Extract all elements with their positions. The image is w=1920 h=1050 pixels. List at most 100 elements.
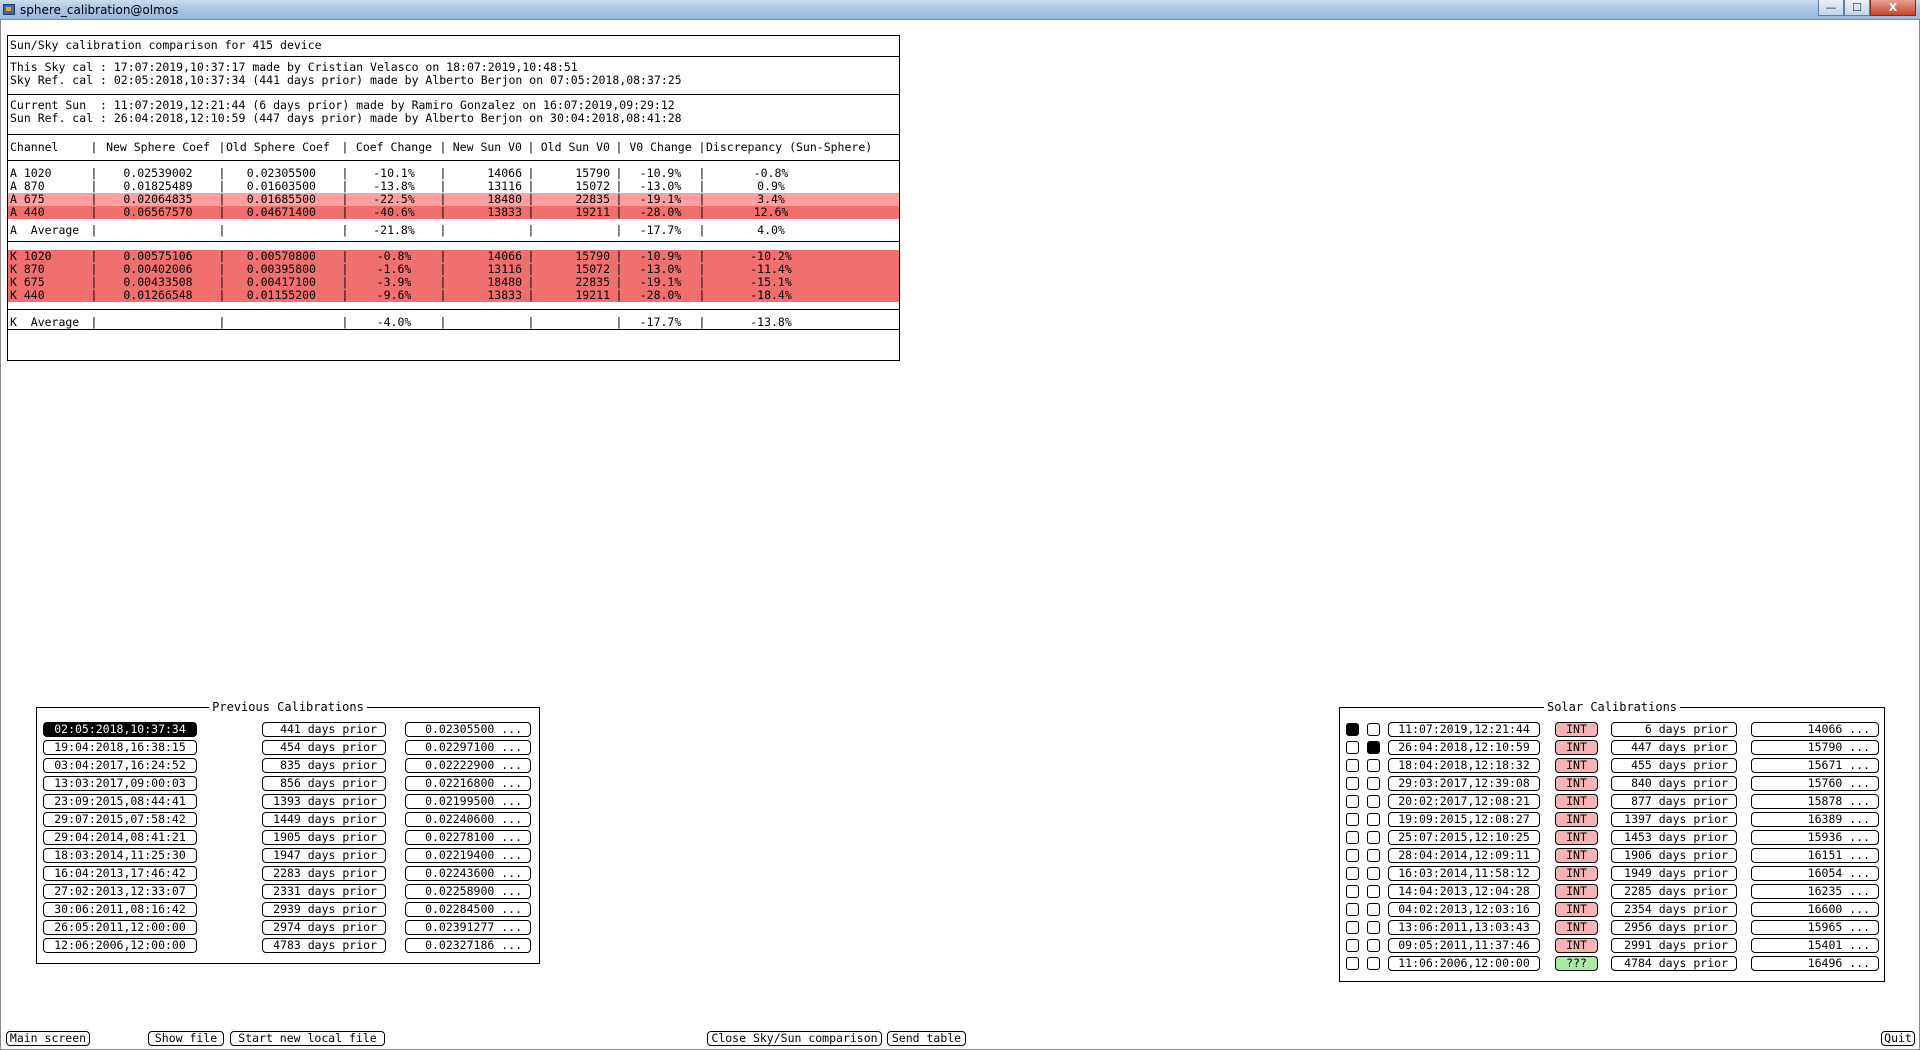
reference-sun-checkbox[interactable]	[1367, 741, 1380, 754]
current-sun-checkbox[interactable]	[1346, 723, 1359, 736]
current-sun-checkbox[interactable]	[1346, 885, 1359, 898]
previous-cal-coef-button[interactable]: 0.02284500 ...	[405, 902, 531, 917]
maximize-button[interactable]: ☐	[1844, 0, 1870, 16]
previous-cal-coef-button[interactable]: 0.02327186 ...	[405, 938, 531, 953]
solar-cal-date-button[interactable]: 26:04:2018,12:10:59	[1388, 740, 1540, 755]
previous-cal-date-button[interactable]: 16:04:2013,17:46:42	[43, 866, 197, 881]
previous-cal-date-button[interactable]: 26:05:2011,12:00:00	[43, 920, 197, 935]
solar-cal-date-button[interactable]: 20:02:2017,12:08:21	[1388, 794, 1540, 809]
current-sun-checkbox[interactable]	[1346, 849, 1359, 862]
solar-cal-date-button[interactable]: 11:07:2019,12:21:44	[1388, 722, 1540, 737]
solar-cal-v0-button[interactable]: 15790 ...	[1751, 740, 1879, 755]
previous-cal-date-button[interactable]: 18:03:2014,11:25:30	[43, 848, 197, 863]
previous-cal-coef-button[interactable]: 0.02240600 ...	[405, 812, 531, 827]
previous-cal-coef-button[interactable]: 0.02243600 ...	[405, 866, 531, 881]
solar-cal-date-button[interactable]: 25:07:2015,12:10:25	[1388, 830, 1540, 845]
solar-cal-type-badge: INT	[1555, 938, 1598, 953]
solar-cal-v0-button[interactable]: 16054 ...	[1751, 866, 1879, 881]
solar-cal-date-button[interactable]: 04:02:2013,12:03:16	[1388, 902, 1540, 917]
new-sun-v0-cell: 13833	[487, 288, 522, 302]
close-sky-sun-comparison-button[interactable]: Close Sky/Sun comparison	[707, 1031, 882, 1046]
reference-sun-checkbox[interactable]	[1367, 777, 1380, 790]
current-sun-checkbox[interactable]	[1346, 777, 1359, 790]
show-file-button[interactable]: Show file	[148, 1031, 224, 1046]
reference-sun-checkbox[interactable]	[1367, 939, 1380, 952]
solar-cal-date-button[interactable]: 19:09:2015,12:08:27	[1388, 812, 1540, 827]
solar-cal-date-button[interactable]: 13:06:2011,13:03:43	[1388, 920, 1540, 935]
table-row: A 440 | 0.06567570 | 0.04671400 | -40.6% | 13833…	[8, 206, 899, 219]
previous-cal-coef-button[interactable]: 0.02305500 ...	[405, 722, 531, 737]
current-sun-checkbox[interactable]	[1346, 795, 1359, 808]
reference-sun-checkbox[interactable]	[1367, 831, 1380, 844]
list-item: 18:04:2018,12:18:32 INT 455 days prior 1567…	[1340, 757, 1884, 775]
send-table-button[interactable]: Send table	[887, 1031, 966, 1046]
current-sun-checkbox[interactable]	[1346, 921, 1359, 934]
current-sun-checkbox[interactable]	[1346, 741, 1359, 754]
solar-cal-v0-button[interactable]: 16389 ...	[1751, 812, 1879, 827]
table-header: Channel | New Sphere Coef | Old Sphere Coef |…	[8, 141, 899, 154]
solar-cal-date-button[interactable]: 11:06:2006,12:00:00	[1388, 956, 1540, 971]
previous-cal-date-button[interactable]: 13:03:2017,09:00:03	[43, 776, 197, 791]
solar-cal-v0-button[interactable]: 16496 ...	[1751, 956, 1879, 971]
title-bar[interactable]: sphere_calibration@olmos — ☐ X	[0, 0, 1920, 20]
reference-sun-checkbox[interactable]	[1367, 867, 1380, 880]
current-sun-checkbox[interactable]	[1346, 867, 1359, 880]
solar-cal-v0-button[interactable]: 16151 ...	[1751, 848, 1879, 863]
previous-cal-date-button[interactable]: 27:02:2013,12:33:07	[43, 884, 197, 899]
solar-cal-v0-button[interactable]: 15401 ...	[1751, 938, 1879, 953]
solar-cal-date-button[interactable]: 18:04:2018,12:18:32	[1388, 758, 1540, 773]
minimize-button[interactable]: —	[1818, 0, 1844, 16]
previous-cal-coef-button[interactable]: 0.02199500 ...	[405, 794, 531, 809]
previous-cal-date-button[interactable]: 03:04:2017,16:24:52	[43, 758, 197, 773]
previous-cal-date-button[interactable]: 19:04:2018,16:38:15	[43, 740, 197, 755]
previous-cal-coef-button[interactable]: 0.02258900 ...	[405, 884, 531, 899]
reference-sun-checkbox[interactable]	[1367, 957, 1380, 970]
coef-change-cell: -40.6%	[373, 205, 415, 219]
reference-sun-checkbox[interactable]	[1367, 759, 1380, 772]
solar-cal-v0-button[interactable]: 14066 ...	[1751, 722, 1879, 737]
reference-sun-checkbox[interactable]	[1367, 903, 1380, 916]
solar-cal-v0-button[interactable]: 16600 ...	[1751, 902, 1879, 917]
current-sun-checkbox[interactable]	[1346, 759, 1359, 772]
current-sun-checkbox[interactable]	[1346, 813, 1359, 826]
reference-sun-checkbox[interactable]	[1367, 921, 1380, 934]
current-sun-checkbox[interactable]	[1346, 957, 1359, 970]
previous-cal-date-button[interactable]: 29:04:2014,08:41:21	[43, 830, 197, 845]
previous-cal-date-button[interactable]: 02:05:2018,10:37:34	[43, 722, 197, 737]
previous-cal-coef-button[interactable]: 0.02222900 ...	[405, 758, 531, 773]
solar-cal-v0-button[interactable]: 15936 ...	[1751, 830, 1879, 845]
previous-cal-coef-button[interactable]: 0.02216800 ...	[405, 776, 531, 791]
solar-cal-date-button[interactable]: 09:05:2011,11:37:46	[1388, 938, 1540, 953]
reference-sun-checkbox[interactable]	[1367, 723, 1380, 736]
solar-cal-date-button[interactable]: 28:04:2014,12:09:11	[1388, 848, 1540, 863]
solar-cal-v0-button[interactable]: 15878 ...	[1751, 794, 1879, 809]
previous-cal-coef-button[interactable]: 0.02391277 ...	[405, 920, 531, 935]
reference-sun-checkbox[interactable]	[1367, 849, 1380, 862]
solar-cal-date-button[interactable]: 16:03:2014,11:58:12	[1388, 866, 1540, 881]
old-sun-v0-cell: 19211	[575, 205, 610, 219]
solar-cal-v0-button[interactable]: 15671 ...	[1751, 758, 1879, 773]
previous-cal-date-button[interactable]: 29:07:2015,07:58:42	[43, 812, 197, 827]
reference-sun-checkbox[interactable]	[1367, 813, 1380, 826]
solar-cal-date-button[interactable]: 14:04:2013,12:04:28	[1388, 884, 1540, 899]
reference-sun-checkbox[interactable]	[1367, 795, 1380, 808]
current-sun-checkbox[interactable]	[1346, 903, 1359, 916]
solar-cal-v0-button[interactable]: 15965 ...	[1751, 920, 1879, 935]
reference-sun-checkbox[interactable]	[1367, 885, 1380, 898]
quit-button[interactable]: Quit	[1881, 1031, 1915, 1046]
solar-cal-v0-button[interactable]: 15760 ...	[1751, 776, 1879, 791]
current-sun-checkbox[interactable]	[1346, 831, 1359, 844]
previous-cal-date-button[interactable]: 12:06:2006,12:00:00	[43, 938, 197, 953]
current-sun-checkbox[interactable]	[1346, 939, 1359, 952]
previous-cal-date-button[interactable]: 30:06:2011,08:16:42	[43, 902, 197, 917]
close-window-button[interactable]: X	[1870, 0, 1916, 16]
previous-cal-date-button[interactable]: 23:09:2015,08:44:41	[43, 794, 197, 809]
solar-cal-date-button[interactable]: 29:03:2017,12:39:08	[1388, 776, 1540, 791]
previous-cal-coef-button[interactable]: 0.02219400 ...	[405, 848, 531, 863]
start-new-local-file-button[interactable]: Start new local file	[230, 1031, 385, 1046]
previous-cal-coef-button[interactable]: 0.02278100 ...	[405, 830, 531, 845]
solar-cal-v0-button[interactable]: 16235 ...	[1751, 884, 1879, 899]
main-screen-button[interactable]: Main screen	[6, 1031, 90, 1046]
previous-cal-coef-button[interactable]: 0.02297100 ...	[405, 740, 531, 755]
old-sun-v0-cell	[535, 316, 615, 329]
